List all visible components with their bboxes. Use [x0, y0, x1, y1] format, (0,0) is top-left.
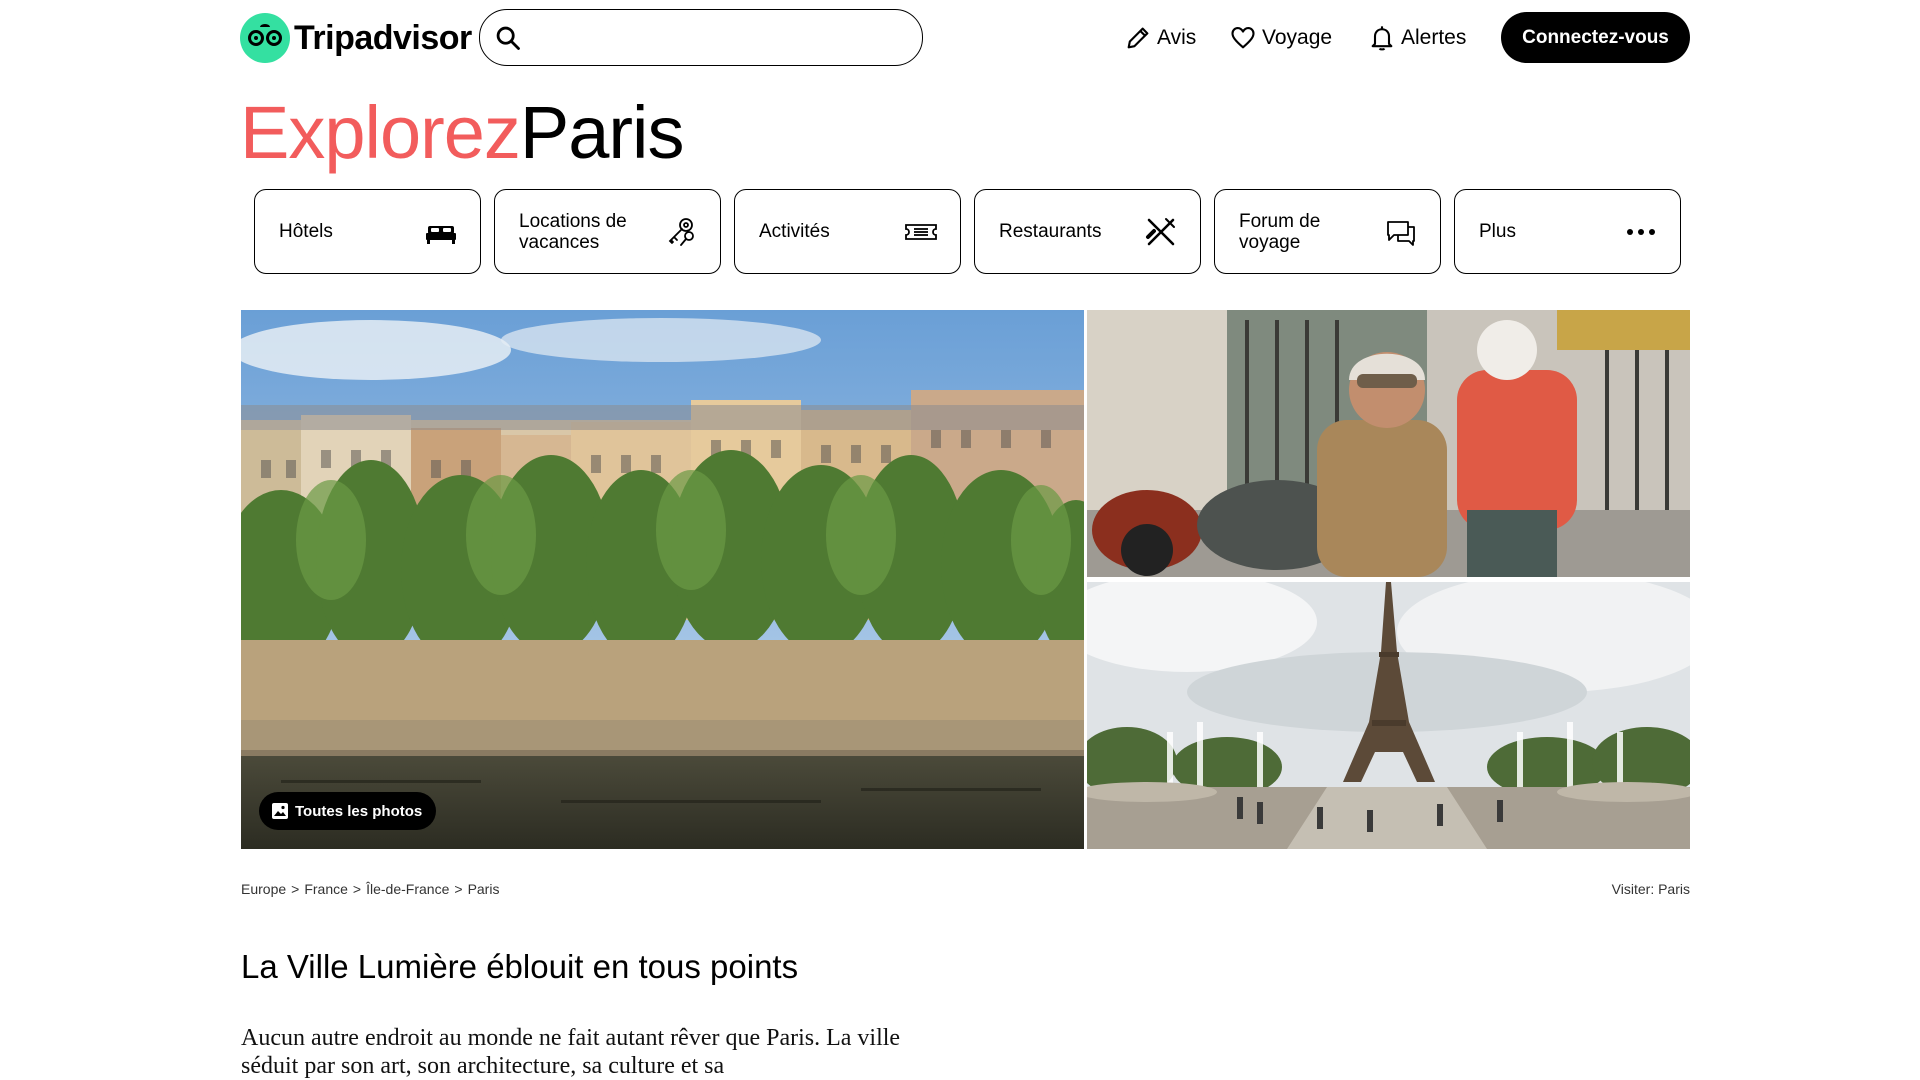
breadcrumb-paris: Paris	[467, 881, 500, 897]
category-label: Restaurants	[999, 221, 1102, 242]
category-label: Hôtels	[279, 221, 333, 242]
image-icon	[272, 803, 288, 819]
category-forum[interactable]: Forum de voyage	[1214, 189, 1441, 274]
fork-knife-icon	[1146, 217, 1175, 245]
nav-alertes[interactable]: Alertes	[1368, 20, 1466, 56]
breadcrumb-ile-de-france[interactable]: Île-de-France	[366, 881, 449, 897]
login-button[interactable]: Connectez-vous	[1501, 12, 1690, 63]
search-icon	[496, 26, 520, 50]
category-locations-vacances[interactable]: Locations de vacances	[494, 189, 721, 274]
page-title-accent: Explorez	[240, 91, 521, 174]
keys-icon	[668, 217, 694, 246]
nav-voyage[interactable]: Voyage	[1229, 20, 1332, 56]
seine-riverbank-photo[interactable]	[241, 310, 1084, 849]
visit-paris-link[interactable]: Visiter: Paris	[1612, 881, 1690, 897]
search-bar[interactable]	[479, 9, 923, 66]
sidecar-riders-photo[interactable]	[1087, 310, 1690, 577]
sidecar-riders-illustration	[1087, 310, 1690, 577]
breadcrumb-separator: >	[352, 881, 362, 897]
nav-alertes-label: Alertes	[1401, 26, 1467, 49]
chat-icon	[1387, 220, 1415, 246]
eiffel-tower-photo[interactable]	[1087, 582, 1690, 849]
nav-avis[interactable]: Avis	[1124, 20, 1196, 56]
nav-voyage-label: Voyage	[1262, 26, 1333, 49]
search-input[interactable]	[530, 17, 922, 58]
breadcrumb-europe[interactable]: Europe	[241, 881, 286, 897]
breadcrumb-separator: >	[291, 881, 300, 897]
page-title-place: Paris	[519, 91, 685, 174]
article-body: Aucun autre endroit au monde ne fait aut…	[241, 1025, 901, 1079]
category-plus[interactable]: Plus	[1454, 189, 1681, 274]
heart-icon	[1231, 27, 1255, 49]
breadcrumb: Europe > France > Île-de-France > Paris	[241, 881, 499, 897]
nav-avis-label: Avis	[1157, 26, 1197, 49]
bed-icon	[426, 225, 456, 244]
article-heading: La Ville Lumière éblouit en tous points	[241, 948, 799, 985]
logo-text: Tripadvisor	[294, 18, 472, 57]
all-photos-label: Toutes les photos	[295, 802, 423, 820]
breadcrumb-separator: >	[454, 881, 463, 897]
category-label: Locations de vacances	[519, 210, 627, 253]
tripadvisor-logo[interactable]: Tripadvisor	[240, 13, 472, 63]
breadcrumb-france[interactable]: France	[304, 881, 348, 897]
category-hotels[interactable]: Hôtels	[254, 189, 481, 274]
top-header: Tripadvisor Avis Voyage Alertes Connecte…	[0, 0, 1920, 80]
all-photos-button[interactable]: Toutes les photos	[259, 792, 437, 830]
category-activites[interactable]: Activités	[734, 189, 961, 274]
bell-icon	[1371, 26, 1393, 51]
page-title: ExplorezParis	[240, 91, 685, 174]
category-tiles: Hôtels Locations de vacances Activités R…	[254, 189, 1681, 274]
category-label: Plus	[1479, 221, 1516, 242]
category-restaurants[interactable]: Restaurants	[974, 189, 1201, 274]
pencil-icon	[1127, 27, 1149, 49]
ticket-icon	[905, 223, 937, 240]
category-label: Forum de voyage	[1239, 210, 1321, 253]
more-icon	[1627, 228, 1655, 235]
owl-logo-icon	[240, 13, 290, 63]
category-label: Activités	[759, 221, 830, 242]
seine-riverbank-illustration	[241, 310, 1084, 849]
eiffel-tower-illustration	[1087, 582, 1690, 849]
